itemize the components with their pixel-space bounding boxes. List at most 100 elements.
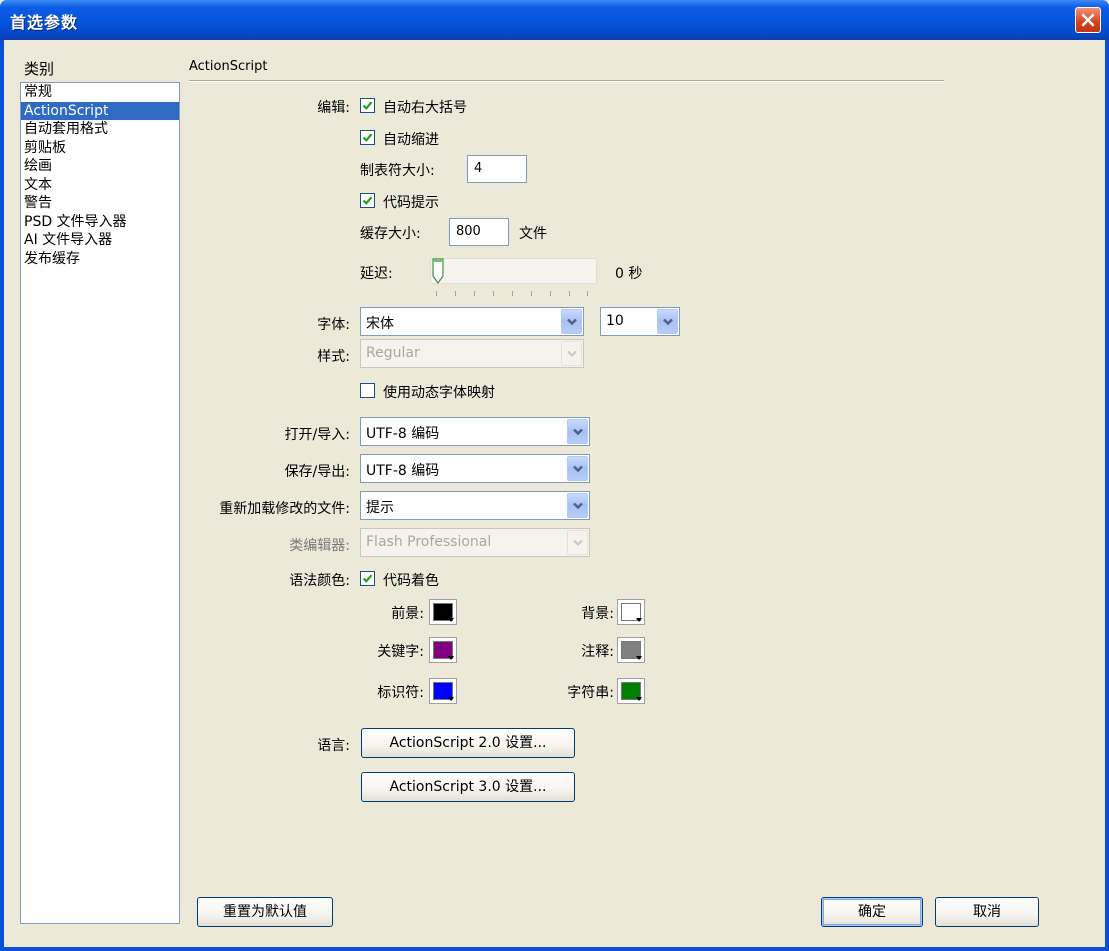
dropdown-button[interactable] — [567, 419, 588, 444]
category-item-general[interactable]: 常规 — [21, 83, 179, 102]
editing-label: 编辑: — [317, 100, 350, 116]
identifiers-color-swatch[interactable] — [429, 678, 457, 704]
dropdown-corner-icon — [448, 656, 454, 660]
class-editor-value: Flash Professional — [366, 534, 492, 550]
language-label: 语言: — [317, 738, 350, 754]
slider-tick — [512, 291, 513, 296]
dropdown-button[interactable] — [657, 309, 678, 334]
slider-tick — [550, 291, 551, 296]
strings-label: 字符串: — [567, 685, 614, 701]
style-select-value: Regular — [366, 345, 420, 361]
category-list[interactable]: 常规 ActionScript 自动套用格式 剪贴板 绘画 文本 警告 PSD … — [20, 82, 180, 924]
delay-label: 延迟: — [360, 266, 393, 282]
category-item-warnings[interactable]: 警告 — [21, 194, 179, 213]
auto-indent-checkbox[interactable] — [360, 130, 375, 145]
category-item-clipboard[interactable]: 剪贴板 — [21, 139, 179, 158]
cache-size-label: 缓存大小: — [360, 226, 421, 242]
slider-tick — [531, 291, 532, 296]
code-hints-checkbox[interactable] — [360, 193, 375, 208]
category-item-drawing[interactable]: 绘画 — [21, 157, 179, 176]
code-coloring-label: 代码着色 — [383, 573, 439, 589]
chevron-down-icon — [573, 502, 583, 510]
open-import-value: UTF-8 编码 — [366, 426, 440, 442]
cache-size-input[interactable]: 800 — [449, 218, 509, 246]
open-import-label: 打开/导入: — [284, 427, 350, 443]
slider-tick — [587, 291, 588, 296]
open-import-select[interactable]: UTF-8 编码 — [360, 417, 590, 446]
reset-defaults-button[interactable]: 重置为默认值 — [197, 897, 333, 927]
checkmark-icon — [362, 196, 373, 205]
ok-button[interactable]: 确定 — [821, 897, 923, 927]
reload-modified-value: 提示 — [366, 500, 394, 516]
category-item-auto-format[interactable]: 自动套用格式 — [21, 120, 179, 139]
auto-indent-label: 自动缩进 — [383, 132, 439, 148]
dropdown-button[interactable] — [561, 309, 582, 334]
foreground-color-swatch[interactable] — [429, 599, 457, 625]
close-button[interactable] — [1075, 7, 1101, 33]
dropdown-corner-icon — [636, 618, 642, 622]
dialog-body: 类别 常规 ActionScript 自动套用格式 剪贴板 绘画 文本 警告 P… — [4, 40, 1105, 947]
dynamic-font-mapping-label: 使用动态字体映射 — [383, 385, 495, 401]
style-label: 样式: — [317, 349, 350, 365]
font-size-select[interactable]: 10 — [600, 307, 680, 336]
dropdown-button[interactable] — [567, 493, 588, 518]
slider-tick — [569, 291, 570, 296]
syntax-coloring-label: 语法颜色: — [289, 573, 350, 589]
slider-tick — [436, 291, 437, 296]
as3-settings-button[interactable]: ActionScript 3.0 设置... — [361, 772, 575, 802]
chevron-down-icon — [573, 539, 583, 546]
strings-color-swatch[interactable] — [617, 678, 645, 704]
class-editor-label: 类编辑器: — [289, 538, 350, 554]
reload-modified-select[interactable]: 提示 — [360, 491, 590, 520]
chevron-down-icon — [663, 318, 673, 326]
save-export-select[interactable]: UTF-8 编码 — [360, 454, 590, 483]
section-title: ActionScript — [189, 59, 268, 74]
preferences-dialog: 首选参数 类别 常规 ActionScript 自动套用格式 剪贴板 绘画 文本… — [0, 0, 1109, 951]
slider-thumb-icon[interactable] — [432, 258, 444, 284]
delay-slider[interactable] — [430, 258, 597, 284]
category-label: 类别 — [24, 60, 55, 78]
dropdown-button[interactable] — [567, 456, 588, 481]
keywords-label: 关键字: — [377, 644, 424, 660]
font-size-value: 10 — [606, 313, 624, 329]
chevron-down-icon — [573, 465, 583, 473]
slider-tick — [455, 291, 456, 296]
category-item-text[interactable]: 文本 — [21, 176, 179, 195]
checkmark-icon — [362, 574, 373, 583]
save-export-label: 保存/导出: — [284, 464, 350, 480]
cache-unit-label: 文件 — [519, 226, 547, 242]
background-color-swatch[interactable] — [617, 599, 645, 625]
cancel-button[interactable]: 取消 — [935, 897, 1039, 927]
dropdown-corner-icon — [448, 618, 454, 622]
checkmark-icon — [362, 133, 373, 142]
dropdown-corner-icon — [636, 697, 642, 701]
dropdown-corner-icon — [636, 656, 642, 660]
auto-brace-label: 自动右大括号 — [383, 100, 467, 116]
as2-settings-button[interactable]: ActionScript 2.0 设置... — [361, 728, 575, 758]
identifiers-label: 标识符: — [377, 685, 424, 701]
checkmark-icon — [362, 101, 373, 110]
tab-size-input[interactable]: 4 — [467, 155, 527, 183]
background-label: 背景: — [581, 606, 614, 622]
code-hints-label: 代码提示 — [383, 195, 439, 211]
title-bar[interactable]: 首选参数 — [0, 0, 1109, 40]
delay-value: 0 秒 — [615, 266, 643, 282]
class-editor-select: Flash Professional — [360, 528, 590, 557]
keywords-color-swatch[interactable] — [429, 637, 457, 663]
code-coloring-checkbox[interactable] — [360, 571, 375, 586]
auto-brace-checkbox[interactable] — [360, 98, 375, 113]
dropdown-corner-icon — [448, 697, 454, 701]
comments-color-swatch[interactable] — [617, 637, 645, 663]
category-item-actionscript[interactable]: ActionScript — [21, 101, 179, 120]
category-item-publish-cache[interactable]: 发布缓存 — [21, 250, 179, 269]
font-label: 字体: — [317, 317, 350, 333]
font-select[interactable]: 宋体 — [360, 307, 584, 336]
category-item-ai-importer[interactable]: AI 文件导入器 — [21, 231, 179, 250]
font-select-value: 宋体 — [366, 316, 394, 332]
chevron-down-icon — [573, 428, 583, 436]
dropdown-button — [561, 341, 582, 366]
category-item-psd-importer[interactable]: PSD 文件导入器 — [21, 213, 179, 232]
reload-modified-label: 重新加载修改的文件: — [219, 501, 350, 517]
save-export-value: UTF-8 编码 — [366, 463, 440, 479]
dynamic-font-mapping-checkbox[interactable] — [360, 383, 375, 398]
